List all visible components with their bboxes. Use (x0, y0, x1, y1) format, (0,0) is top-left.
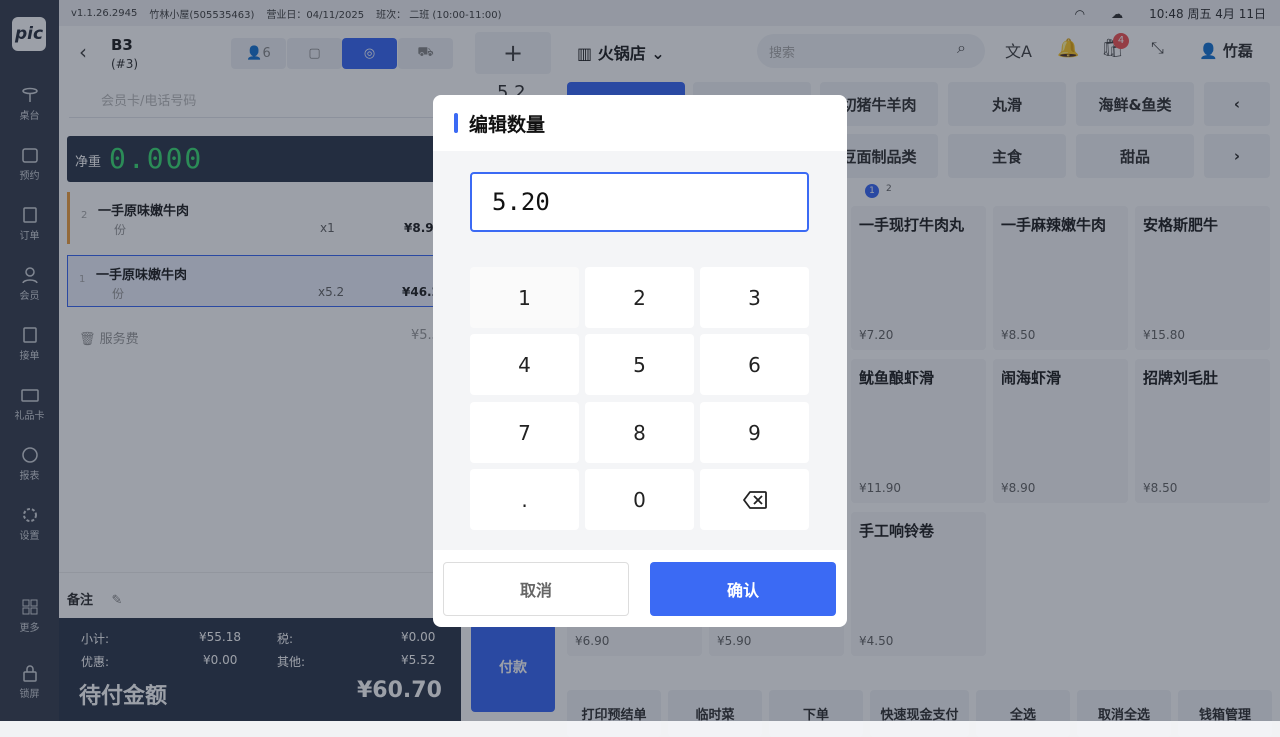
key-8[interactable]: 8 (585, 402, 694, 463)
backspace-button[interactable] (700, 469, 809, 530)
key-6[interactable]: 6 (700, 334, 809, 395)
edit-quantity-dialog: 编辑数量 5.20 1 2 3 4 5 6 7 8 9 . 0 取消 确认 (433, 95, 847, 627)
key-9[interactable]: 9 (700, 402, 809, 463)
key-4[interactable]: 4 (470, 334, 579, 395)
key-7[interactable]: 7 (470, 402, 579, 463)
backspace-icon (742, 490, 767, 509)
dialog-title: 编辑数量 (433, 95, 847, 151)
key-dot[interactable]: . (470, 469, 579, 530)
cancel-button[interactable]: 取消 (443, 562, 629, 616)
key-2[interactable]: 2 (585, 267, 694, 328)
key-5[interactable]: 5 (585, 334, 694, 395)
quantity-input[interactable]: 5.20 (470, 172, 809, 232)
key-1[interactable]: 1 (470, 267, 579, 328)
key-0[interactable]: 0 (585, 469, 694, 530)
confirm-button[interactable]: 确认 (650, 562, 836, 616)
key-3[interactable]: 3 (700, 267, 809, 328)
